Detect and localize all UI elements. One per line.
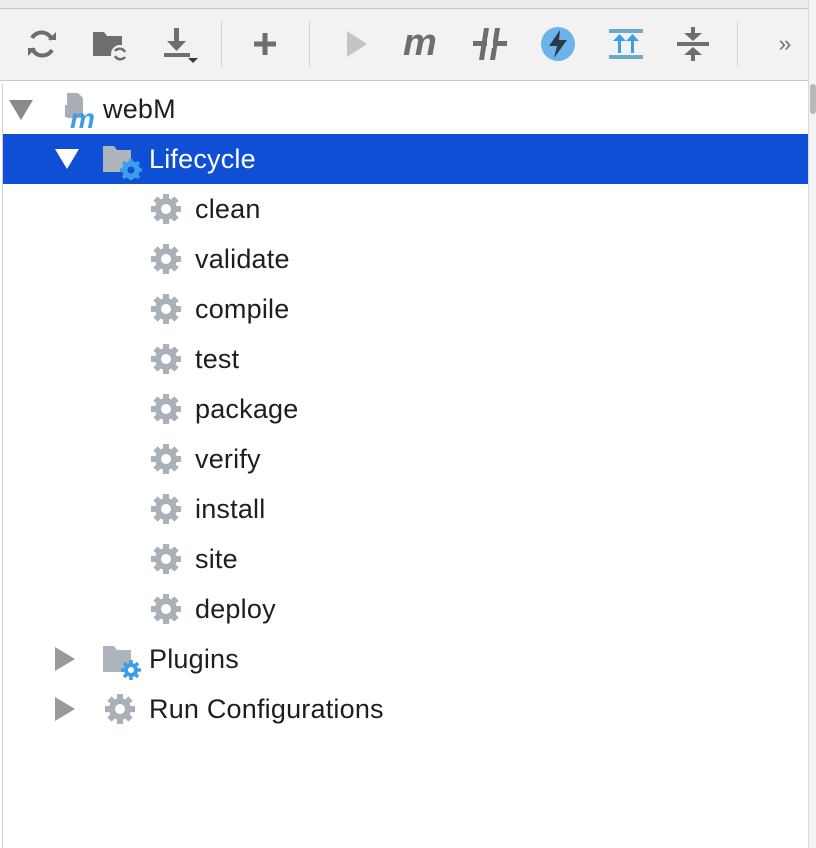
generate-sources-button[interactable]: [88, 22, 132, 66]
more-button[interactable]: ››: [764, 22, 804, 66]
lifecycle-folder-icon: [103, 146, 142, 180]
scrollbar-thumb[interactable]: [810, 84, 816, 114]
maven-module-icon: m: [65, 93, 95, 130]
toolbar-separator: [309, 21, 310, 67]
tree-node-label: Lifecycle: [149, 143, 256, 174]
toggle-offline-icon: [473, 28, 507, 60]
collapse-all-button[interactable]: [671, 22, 715, 66]
goal-label: verify: [195, 443, 261, 474]
tree-node-label: webM: [103, 93, 176, 124]
svg-text:m: m: [403, 26, 437, 62]
lifecycle-goal-item[interactable]: site: [3, 534, 809, 584]
lifecycle-goal-item[interactable]: compile: [3, 284, 809, 334]
lifecycle-goal-item[interactable]: install: [3, 484, 809, 534]
goal-label: validate: [195, 243, 290, 274]
gear-icon: [105, 694, 135, 724]
show-dependencies-icon: [609, 29, 643, 59]
tree-node-label: Plugins: [149, 643, 239, 674]
gear-icon: [151, 494, 181, 524]
goal-label: deploy: [195, 593, 276, 624]
gear-icon: [151, 394, 181, 424]
toolbar-separator: [221, 21, 222, 67]
goal-label: install: [195, 493, 266, 524]
reimport-all-button[interactable]: [20, 22, 64, 66]
window-top-edge: [0, 0, 816, 9]
tree-node-run-configurations[interactable]: Run Configurations: [3, 684, 809, 734]
tree-node-plugins[interactable]: Plugins: [3, 634, 809, 684]
lifecycle-goal-item[interactable]: validate: [3, 234, 809, 284]
gear-icon: [151, 194, 181, 224]
run-goal-button[interactable]: [333, 22, 377, 66]
toggle-offline-button[interactable]: [468, 22, 512, 66]
goal-label: package: [195, 393, 299, 424]
tree-node-root[interactable]: m webM: [3, 84, 809, 134]
expand-arrow-icon[interactable]: [55, 149, 79, 169]
gear-icon: [151, 444, 181, 474]
execute-maven-goal-button[interactable]: m: [400, 22, 444, 66]
lifecycle-goal-item[interactable]: test: [3, 334, 809, 384]
maven-toolbar: m ››: [0, 9, 808, 81]
gear-icon: [151, 344, 181, 374]
lifecycle-goal-item[interactable]: deploy: [3, 584, 809, 634]
skip-tests-button[interactable]: [536, 22, 580, 66]
collapse-arrow-icon[interactable]: [55, 697, 75, 721]
add-project-icon: [254, 33, 276, 55]
gear-icon: [151, 544, 181, 574]
more-icon: ››: [778, 31, 792, 56]
collapse-arrow-icon[interactable]: [55, 647, 75, 671]
gear-icon: [151, 594, 181, 624]
show-dependencies-button[interactable]: [604, 22, 648, 66]
execute-maven-goal-icon: m: [403, 26, 437, 62]
lifecycle-goal-item[interactable]: clean: [3, 184, 809, 234]
download-sources-button[interactable]: [156, 22, 200, 66]
goal-label: clean: [195, 193, 261, 224]
goal-label: test: [195, 343, 240, 374]
add-project-button[interactable]: [243, 22, 287, 66]
run-goal-icon: [347, 31, 367, 57]
svg-text:m: m: [70, 103, 95, 130]
generate-sources-icon: [93, 32, 129, 63]
gear-icon: [151, 294, 181, 324]
download-sources-icon: [164, 28, 198, 63]
expand-arrow-icon[interactable]: [9, 100, 33, 120]
skip-tests-icon: [541, 27, 575, 61]
collapse-all-icon: [677, 27, 709, 61]
goal-label: site: [195, 543, 238, 574]
lifecycle-goal-item[interactable]: verify: [3, 434, 809, 484]
vertical-scrollbar[interactable]: [808, 0, 816, 848]
toolbar-separator: [737, 21, 738, 67]
lifecycle-goal-item[interactable]: package: [3, 384, 809, 434]
tree-node-label: Run Configurations: [149, 693, 384, 724]
tree-node-lifecycle[interactable]: Lifecycle: [3, 134, 809, 184]
goal-label: compile: [195, 293, 290, 324]
maven-project-tree: m webM Lifecycle clean validate compile tes…: [2, 84, 809, 848]
plugins-folder-icon: [103, 646, 141, 680]
gear-icon: [151, 244, 181, 274]
reimport-all-icon: [28, 30, 56, 58]
